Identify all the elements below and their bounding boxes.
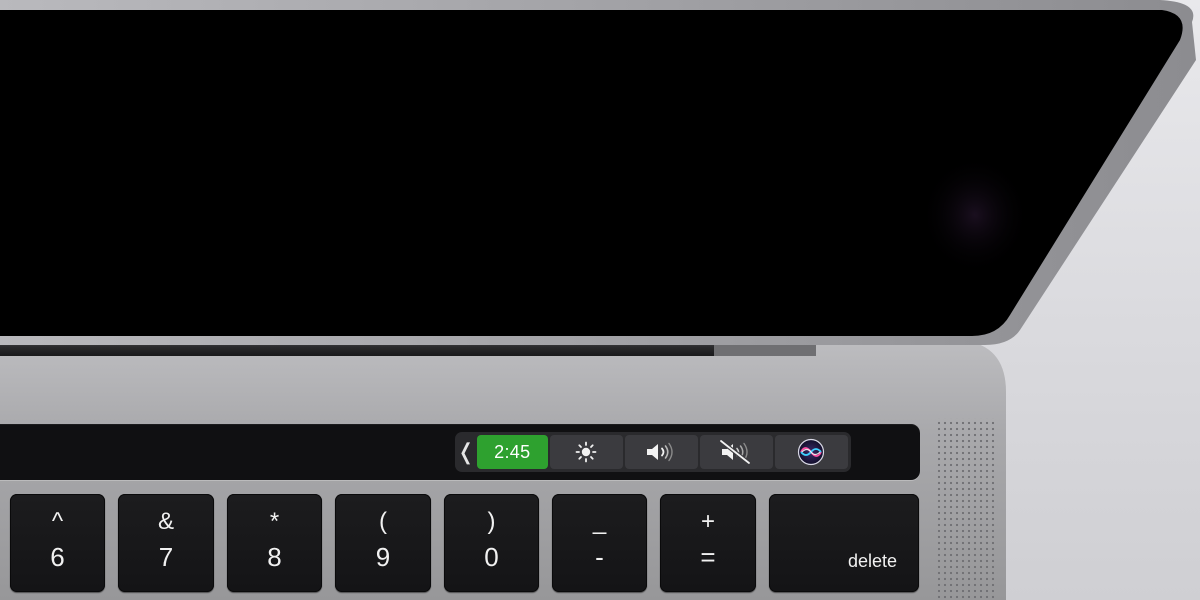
key-shift-symbol: (: [379, 508, 387, 535]
brightness-button[interactable]: [549, 435, 623, 469]
siri-icon: [798, 438, 825, 466]
key-shift-symbol: +: [700, 508, 715, 535]
collapse-control-strip-button[interactable]: ❬: [455, 432, 477, 472]
key-base-symbol: 8: [267, 542, 282, 572]
screen-glow: [920, 155, 1030, 275]
key-shift-symbol: ): [487, 508, 496, 535]
key-base-symbol: 9: [375, 542, 391, 572]
key-base-symbol: 0: [484, 542, 499, 572]
siri-button[interactable]: [774, 435, 848, 469]
key-8[interactable]: * 8: [227, 494, 322, 592]
delete-key-label: delete: [847, 551, 897, 571]
key-9[interactable]: ( 9: [335, 494, 431, 592]
key-delete[interactable]: delete: [769, 494, 919, 592]
speaker-grille: [936, 418, 998, 600]
key-minus[interactable]: _ -: [552, 494, 647, 592]
touch-bar-control-strip: ❬ 2:45: [455, 432, 851, 472]
key-base-symbol: =: [700, 542, 716, 572]
mute-icon: [720, 439, 751, 465]
key-base-symbol: 7: [158, 542, 174, 572]
key-7[interactable]: & 7: [118, 494, 214, 592]
chevron-left-icon: ❬: [456, 439, 476, 464]
key-shift-symbol: *: [269, 508, 280, 535]
key-shift-symbol: &: [157, 508, 174, 535]
volume-button[interactable]: [624, 435, 698, 469]
mute-button[interactable]: [699, 435, 773, 469]
key-shift-symbol: _: [592, 508, 607, 535]
key-base-symbol: -: [595, 542, 604, 572]
key-6[interactable]: ^ 6: [10, 494, 105, 592]
key-shift-symbol: ^: [51, 508, 64, 535]
key-base-symbol: 6: [50, 542, 65, 572]
brightness-icon: [575, 441, 597, 463]
key-equals[interactable]: + =: [660, 494, 756, 592]
time-display[interactable]: 2:45: [476, 435, 548, 469]
volume-icon: [647, 442, 674, 462]
key-0[interactable]: ) 0: [444, 494, 539, 592]
